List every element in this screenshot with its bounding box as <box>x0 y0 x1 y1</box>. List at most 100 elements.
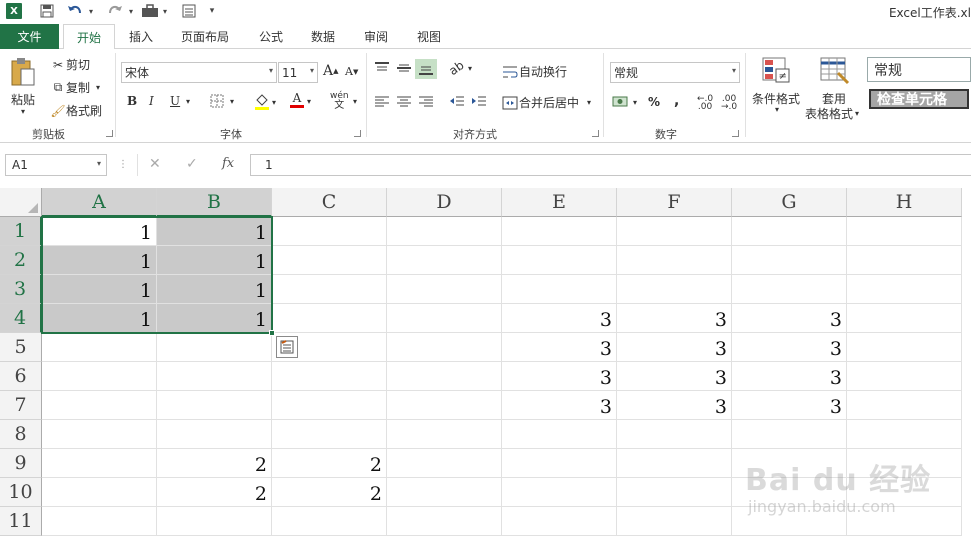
cell-b4[interactable]: 1 <box>157 304 272 333</box>
cell-b7[interactable] <box>157 391 272 420</box>
cell-g8[interactable] <box>732 420 847 449</box>
row-header-1[interactable]: 1 <box>0 217 42 246</box>
cell-f1[interactable] <box>617 217 732 246</box>
cell-b6[interactable] <box>157 362 272 391</box>
column-header-d[interactable]: D <box>387 188 502 217</box>
toolbox-dropdown-icon[interactable]: ▾ <box>160 2 170 20</box>
cell-h3[interactable] <box>847 275 962 304</box>
toolbox-icon[interactable] <box>140 2 160 20</box>
cell-h4[interactable] <box>847 304 962 333</box>
paste-icon[interactable] <box>10 57 38 87</box>
format-painter-button[interactable]: 🖌 格式刷 <box>50 102 102 119</box>
cell-f11[interactable] <box>617 507 732 536</box>
cancel-icon[interactable]: ✕ <box>149 156 161 172</box>
cell-h6[interactable] <box>847 362 962 391</box>
align-right-button[interactable] <box>418 95 434 107</box>
paste-button[interactable]: 粘贴 <box>11 91 35 108</box>
row-header-5[interactable]: 5 <box>0 333 42 362</box>
cell-c3[interactable] <box>272 275 387 304</box>
increase-indent-button[interactable] <box>471 95 487 107</box>
underline-dropdown-icon[interactable]: ▾ <box>186 97 190 106</box>
cell-a4[interactable]: 1 <box>42 304 157 333</box>
row-header-6[interactable]: 6 <box>0 362 42 391</box>
cell-a7[interactable] <box>42 391 157 420</box>
column-header-a[interactable]: A <box>42 188 157 217</box>
number-format-select[interactable]: 常规 ▾ <box>610 62 740 83</box>
cell-a6[interactable] <box>42 362 157 391</box>
tab-insert[interactable]: 插入 <box>120 24 162 49</box>
tab-home[interactable]: 开始 <box>63 24 115 50</box>
fill-handle[interactable] <box>269 330 275 336</box>
cell-g5[interactable]: 3 <box>732 333 847 362</box>
tab-formulas[interactable]: 公式 <box>250 24 292 49</box>
row-header-2[interactable]: 2 <box>0 246 42 275</box>
cell-c8[interactable] <box>272 420 387 449</box>
align-middle-button[interactable] <box>396 61 412 75</box>
row-header-7[interactable]: 7 <box>0 391 42 420</box>
cell-e8[interactable] <box>502 420 617 449</box>
cell-d2[interactable] <box>387 246 502 275</box>
phonetic-button[interactable]: wén 文 <box>330 91 349 111</box>
cell-g6[interactable]: 3 <box>732 362 847 391</box>
comma-style-button[interactable]: , <box>674 93 679 109</box>
cell-g3[interactable] <box>732 275 847 304</box>
cell-e4[interactable]: 3 <box>502 304 617 333</box>
save-icon[interactable] <box>38 2 56 20</box>
cell-d9[interactable] <box>387 449 502 478</box>
cell-e6[interactable]: 3 <box>502 362 617 391</box>
quick-analysis-button[interactable] <box>276 336 298 358</box>
decrease-decimal-button[interactable]: .00 →.0 <box>721 95 737 112</box>
accounting-format-button[interactable]: ▾ <box>612 95 637 109</box>
cell-d4[interactable] <box>387 304 502 333</box>
tab-data[interactable]: 数据 <box>302 24 344 49</box>
cell-f8[interactable] <box>617 420 732 449</box>
cell-g2[interactable] <box>732 246 847 275</box>
cell-style-check-cell[interactable]: 检查单元格 <box>869 89 969 109</box>
form-icon[interactable] <box>180 2 198 20</box>
cell-a9[interactable] <box>42 449 157 478</box>
cell-d1[interactable] <box>387 217 502 246</box>
cell-g7[interactable]: 3 <box>732 391 847 420</box>
cell-d7[interactable] <box>387 391 502 420</box>
cell-e1[interactable] <box>502 217 617 246</box>
paste-dropdown-icon[interactable]: ▾ <box>21 107 25 116</box>
cell-d3[interactable] <box>387 275 502 304</box>
cell-e3[interactable] <box>502 275 617 304</box>
cell-a10[interactable] <box>42 478 157 507</box>
font-name-select[interactable]: 宋体 ▾ <box>121 62 277 83</box>
cell-c10[interactable]: 2 <box>272 478 387 507</box>
cell-b9[interactable]: 2 <box>157 449 272 478</box>
conditional-format-icon[interactable]: ≠ <box>762 57 790 85</box>
cell-g4[interactable]: 3 <box>732 304 847 333</box>
cell-g1[interactable] <box>732 217 847 246</box>
alignment-launcher-icon[interactable] <box>592 130 599 137</box>
column-header-f[interactable]: F <box>617 188 732 217</box>
italic-button[interactable]: I <box>149 94 154 108</box>
row-header-8[interactable]: 8 <box>0 420 42 449</box>
cell-c9[interactable]: 2 <box>272 449 387 478</box>
tab-page-layout[interactable]: 页面布局 <box>172 24 238 49</box>
select-all-button[interactable] <box>0 188 42 217</box>
formula-input[interactable]: 1 <box>250 154 971 176</box>
align-bottom-button[interactable] <box>415 59 437 79</box>
cell-e2[interactable] <box>502 246 617 275</box>
orientation-button[interactable]: ab ▾ <box>446 58 472 78</box>
undo-icon[interactable] <box>66 2 84 20</box>
grow-font-button[interactable]: A ▲ <box>323 63 339 79</box>
column-header-e[interactable]: E <box>502 188 617 217</box>
cell-a5[interactable] <box>42 333 157 362</box>
row-header-9[interactable]: 9 <box>0 449 42 478</box>
number-launcher-icon[interactable] <box>732 130 739 137</box>
cell-b11[interactable] <box>157 507 272 536</box>
cell-d5[interactable] <box>387 333 502 362</box>
cell-a8[interactable] <box>42 420 157 449</box>
row-header-3[interactable]: 3 <box>0 275 42 304</box>
cell-a2[interactable]: 1 <box>42 246 157 275</box>
cell-h1[interactable] <box>847 217 962 246</box>
redo-dropdown-icon[interactable]: ▾ <box>126 2 136 20</box>
wrap-text-button[interactable]: 自动换行 <box>501 63 567 80</box>
shrink-font-button[interactable]: A ▼ <box>345 65 358 78</box>
cell-b5[interactable] <box>157 333 272 362</box>
cell-c1[interactable] <box>272 217 387 246</box>
cell-h2[interactable] <box>847 246 962 275</box>
